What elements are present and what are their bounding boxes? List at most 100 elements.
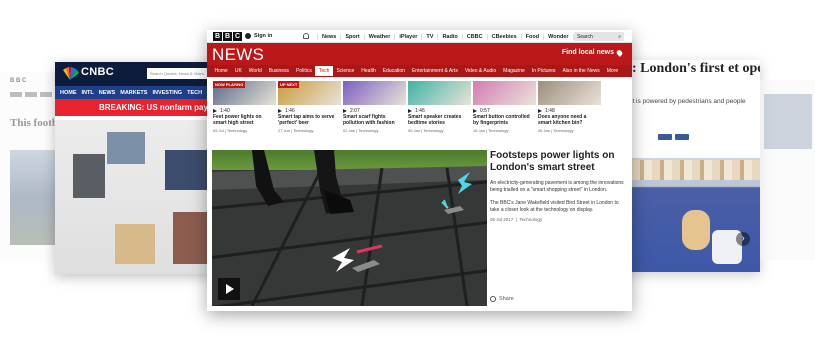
video-thumbnail[interactable]: UP NEXT [278, 81, 341, 105]
global-nav-item[interactable]: Weather [363, 33, 395, 40]
cnbc-nav-item[interactable]: INVESTING [152, 90, 182, 96]
video-meta: 1:48 [538, 107, 601, 114]
section-nav-item[interactable]: More [603, 68, 621, 74]
notifications-bell-icon[interactable] [303, 33, 309, 39]
video-card[interactable]: 0:57 Smart button controlled by fingerpri… [473, 81, 536, 139]
breaking-news-banner[interactable]: BREAKING: US nonfarm payro [55, 99, 225, 116]
cnbc-nav-item[interactable]: HOME [60, 90, 77, 96]
global-nav-item[interactable]: Sport [340, 33, 363, 40]
video-date: 27 Jun [278, 128, 291, 133]
global-nav-item[interactable]: Radio [437, 33, 461, 40]
pavement-scene [212, 150, 487, 306]
video-info: 09 Jan | Technology [408, 128, 444, 133]
section-nav-item[interactable]: Science [333, 68, 358, 74]
bbc-news-masthead: NEWS Find local news [207, 43, 632, 65]
play-icon [538, 108, 542, 113]
global-nav-item[interactable]: CBBC [461, 33, 487, 40]
video-date: 06 Jan [538, 128, 551, 133]
video-thumbnail[interactable] [408, 81, 471, 105]
global-nav-item[interactable]: Food [520, 33, 543, 40]
video-card[interactable]: NOW PLAYING 1:40 Feet power lights on smar… [213, 81, 276, 139]
video-title[interactable]: Does anyone need a smart kitchen bin? [538, 114, 601, 126]
video-thumbnail[interactable] [473, 81, 536, 105]
global-nav-item[interactable]: TV [421, 33, 437, 40]
global-nav-item[interactable]: iPlayer [394, 33, 421, 40]
video-duration: 1:46 [415, 107, 425, 114]
background-page-right: ag: London's first et opens street is po… [612, 60, 760, 272]
share-button[interactable]: Share [490, 296, 514, 302]
video-title[interactable]: Smart button controlled by fingerprints [473, 114, 536, 126]
video-thumbnail[interactable]: NOW PLAYING [213, 81, 276, 105]
video-section[interactable]: Technology [227, 128, 247, 133]
search-icon: ⌕ [618, 33, 621, 40]
section-nav-item[interactable]: UK [231, 68, 245, 74]
video-card[interactable]: UP NEXT 1:46 Smart tap aims to serve 'perf… [278, 81, 341, 139]
wall-artwork [73, 154, 105, 198]
global-nav-item[interactable]: CBeebies [486, 33, 521, 40]
video-section[interactable]: Technology [293, 128, 313, 133]
article-headline: ag: London's first et opens [618, 61, 760, 76]
video-thumbnail[interactable] [343, 81, 406, 105]
section-nav-item[interactable]: Health [358, 68, 379, 74]
video-section[interactable]: Technology [423, 128, 443, 133]
shelf-strip [612, 160, 760, 180]
video-date: 09 Jan [408, 128, 421, 133]
cnbc-nav-item[interactable]: MARKETS [120, 90, 147, 96]
find-local-news-link[interactable]: Find local news [561, 48, 624, 57]
cnbc-nav-item[interactable]: INTL [82, 90, 94, 96]
video-title[interactable]: Smart tap aims to serve 'perfect' beer [278, 114, 341, 126]
section-nav-item[interactable]: Video & Audio [461, 68, 499, 74]
story-section[interactable]: Technology [519, 217, 542, 222]
social-share-buttons[interactable] [658, 134, 689, 140]
section-nav-item[interactable]: Magazine [500, 68, 529, 74]
section-nav-item[interactable]: In Pictures [528, 68, 559, 74]
background-page-far-right [760, 80, 815, 260]
video-title[interactable]: Smart speaker creates bedtime stories [408, 114, 471, 126]
video-info: 06 Jan | Technology [538, 128, 574, 133]
video-thumbnail[interactable] [538, 81, 601, 105]
video-card[interactable]: 1:46 Smart speaker creates bedtime storie… [408, 81, 471, 139]
global-nav-item[interactable]: Wonder [543, 33, 572, 40]
story-headline[interactable]: Footsteps power lights on London's smart… [490, 150, 626, 173]
find-local-label: Find local news [561, 49, 614, 56]
section-nav-item[interactable]: Education [379, 68, 408, 74]
sign-in-link[interactable]: Sign in [245, 33, 272, 39]
cnbc-nav-item[interactable]: TECH [187, 90, 202, 96]
video-card[interactable]: 2:07 Smart scarf fights pollution with fa… [343, 81, 406, 139]
section-nav-item[interactable]: Also in the News [559, 68, 603, 74]
bbc-logo-block: C [233, 32, 242, 41]
section-nav-item[interactable]: Home [211, 68, 231, 74]
video-card[interactable]: 1:48 Does anyone need a smart kitchen bin… [538, 81, 601, 139]
photo-object [682, 210, 710, 250]
story-panel: Footsteps power lights on London's smart… [490, 150, 626, 222]
cnbc-nav-item[interactable]: NEWS [99, 90, 116, 96]
news-logo[interactable]: NEWS [212, 45, 264, 65]
article-image [764, 94, 812, 149]
bbc-search-input[interactable]: Search ⌕ [574, 32, 624, 41]
bbc-logo[interactable]: BBC [213, 32, 242, 41]
section-nav-item[interactable]: World [245, 68, 265, 74]
video-title[interactable]: Feet power lights on smart high street [213, 114, 276, 126]
status-badge: UP NEXT [278, 81, 300, 88]
share-icon [490, 296, 496, 302]
site-nav [10, 92, 52, 97]
next-arrow-icon[interactable]: › [736, 232, 750, 246]
global-nav-item[interactable]: News [317, 33, 340, 40]
cnbc-logo[interactable]: CNBC [81, 66, 114, 78]
video-section[interactable]: Technology [553, 128, 573, 133]
video-title[interactable]: Smart scarf fights pollution with fashio… [343, 114, 406, 126]
cnbc-header: CNBC Search Quotes, News & Video [55, 62, 225, 86]
section-nav-item[interactable]: Business [265, 68, 292, 74]
section-nav-item[interactable]: Tech [315, 66, 333, 76]
video-play-button[interactable] [218, 278, 240, 300]
cnbc-page: CNBC Search Quotes, News & Video HOME INT… [55, 62, 225, 274]
video-duration: 2:07 [350, 107, 360, 114]
story-description: The BBC's Jane Wakefield visited Bird St… [490, 200, 619, 213]
bbc-top-bar: BBC Sign in News Sport Weather iPlayer TV Rad… [207, 30, 632, 43]
section-nav-item[interactable]: Politics [293, 68, 316, 74]
section-nav-item[interactable]: Entertainment & Arts [408, 68, 461, 74]
video-section[interactable]: Technology [358, 128, 378, 133]
wall-artwork [173, 212, 211, 264]
video-section[interactable]: Technology [488, 128, 508, 133]
hero-video[interactable] [212, 150, 487, 306]
